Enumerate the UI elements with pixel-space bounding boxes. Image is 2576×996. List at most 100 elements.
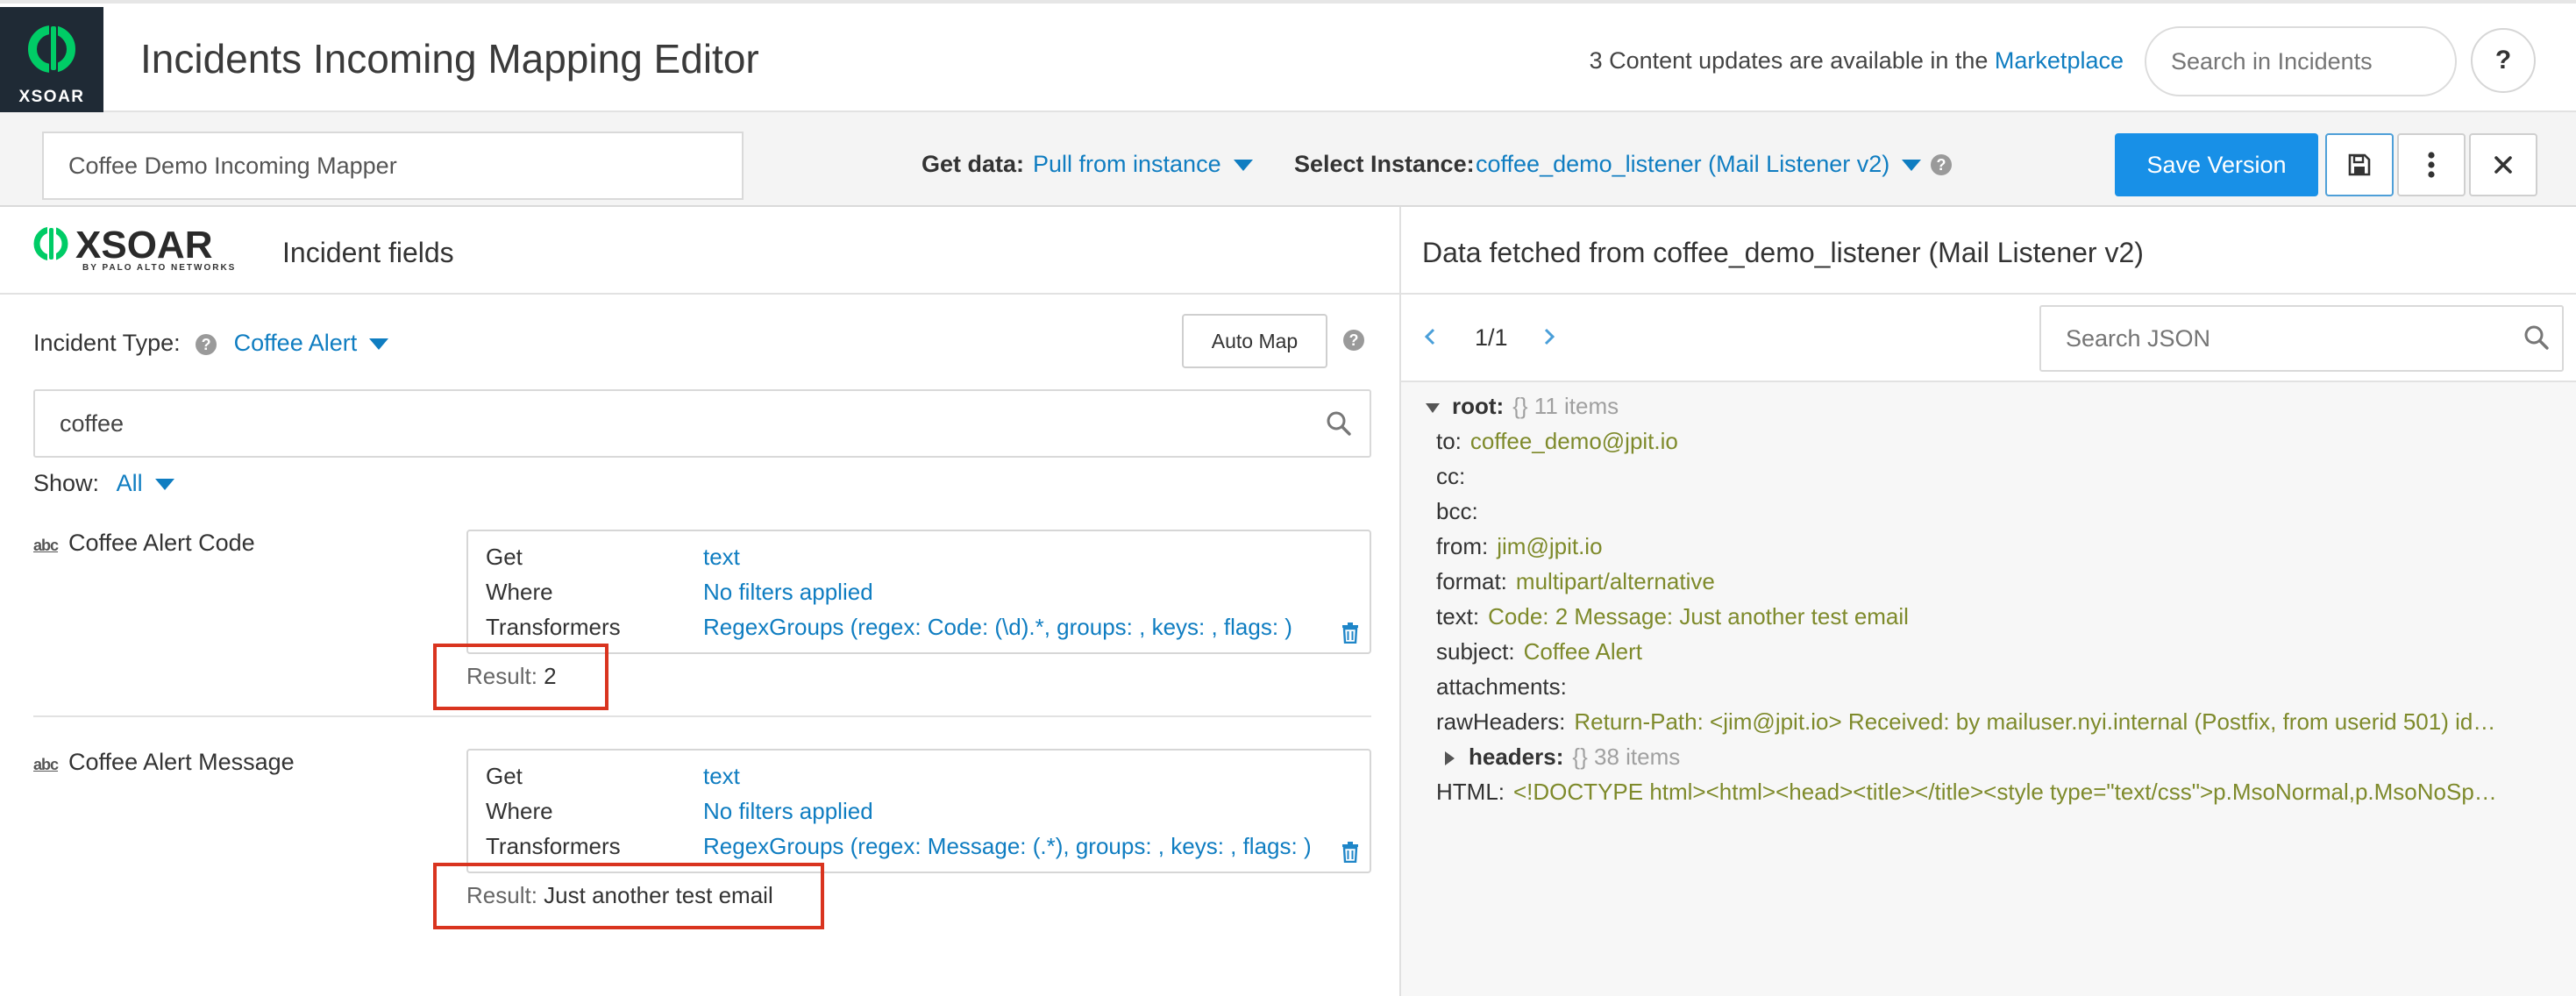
global-search-input[interactable] [2145, 26, 2457, 96]
brand-name: XSOAR [75, 224, 212, 267]
json-meta: {} 38 items [1572, 743, 1681, 770]
mapping-box[interactable]: Get text Where No filters applied Transf… [466, 530, 1371, 654]
json-entry[interactable]: to: coffee_demo@jpit.io [1436, 428, 1678, 455]
save-version-button[interactable]: Save Version [2115, 133, 2318, 196]
close-button[interactable] [2469, 133, 2537, 196]
marketplace-link[interactable]: Marketplace [1995, 47, 2124, 74]
incident-type-dropdown[interactable]: Coffee Alert [234, 330, 389, 356]
caret-down-icon[interactable] [1426, 402, 1440, 413]
incident-type-label: Incident Type: [33, 330, 181, 356]
xsoar-brand-logo: XSOAR [33, 224, 212, 267]
show-label: Show: [33, 470, 100, 496]
json-entry[interactable]: bcc: [1436, 498, 1487, 525]
json-value: Code: 2 Message: Just another test email [1488, 603, 1909, 630]
mapping-box[interactable]: Get text Where No filters applied Transf… [466, 749, 1371, 873]
json-key: cc: [1436, 463, 1466, 489]
divider [33, 715, 1371, 717]
caret-right-icon[interactable] [1445, 751, 1455, 766]
json-value: Return-Path: <jim@jpit.io> Received: by … [1574, 708, 2496, 735]
search-icon[interactable] [2523, 324, 2550, 351]
question-circle-icon[interactable]: ? [196, 333, 217, 355]
text-field-type-icon: abc [33, 537, 59, 554]
json-entry[interactable]: subject: Coffee Alert [1436, 638, 1642, 665]
highlight-box [433, 644, 608, 710]
json-entry[interactable]: attachments: [1436, 673, 1576, 701]
trash-icon[interactable] [1341, 842, 1359, 863]
incident-type-selector: Incident Type: ? Coffee Alert [33, 330, 389, 357]
get-label: Get [486, 544, 523, 570]
transformers-value-link[interactable]: RegexGroups (regex: Message: (.*), group… [703, 833, 1312, 860]
json-pager: 1/1 [1401, 295, 2576, 382]
fetched-data-title: Data fetched from coffee_demo_listener (… [1422, 237, 2144, 268]
json-key: format: [1436, 568, 1507, 594]
json-value: <!DOCTYPE html><html><head><title></titl… [1513, 779, 2497, 805]
json-entry[interactable]: HTML: <!DOCTYPE html><html><head><title><… [1436, 779, 2555, 806]
json-entry[interactable]: text: Code: 2 Message: Just another test … [1436, 603, 1909, 630]
save-button[interactable] [2325, 133, 2394, 196]
more-options-button[interactable] [2397, 133, 2466, 196]
get-value-link[interactable]: text [703, 544, 740, 571]
fetched-data-panel: Data fetched from coffee_demo_listener (… [1401, 207, 2576, 996]
json-root-node[interactable]: root: {} 11 items [1426, 393, 1619, 420]
json-entry[interactable]: format: multipart/alternative [1436, 568, 1715, 595]
json-key: HTML: [1436, 779, 1505, 805]
where-label: Where [486, 798, 553, 824]
pager-text: 1/1 [1475, 324, 1508, 351]
fetched-data-header: Data fetched from coffee_demo_listener (… [1401, 207, 2576, 295]
json-entry[interactable]: rawHeaders: Return-Path: <jim@jpit.io> Re… [1436, 708, 2528, 736]
json-value: jim@jpit.io [1497, 533, 1603, 559]
json-search-input[interactable] [2039, 305, 2564, 372]
where-value-link[interactable]: No filters applied [703, 798, 873, 825]
xsoar-logo-icon [28, 23, 75, 79]
text-field-type-icon: abc [33, 756, 59, 773]
json-key: root: [1452, 393, 1505, 419]
question-circle-icon[interactable]: ? [1343, 330, 1364, 351]
get-data-value: Pull from instance [1033, 151, 1221, 177]
get-label: Get [486, 763, 523, 789]
question-circle-icon[interactable]: ? [1931, 154, 1952, 175]
where-value-link[interactable]: No filters applied [703, 579, 873, 606]
logo-text: XSOAR [18, 88, 85, 106]
where-label: Where [486, 579, 553, 605]
get-value-link[interactable]: text [703, 763, 740, 790]
caret-down-icon [1233, 160, 1253, 172]
transformers-label: Transformers [486, 833, 621, 859]
json-entry[interactable]: from: jim@jpit.io [1436, 533, 1603, 560]
content-updates-notice: 3 Content updates are available in the M… [1590, 47, 2124, 75]
show-filter: Show: All [33, 470, 174, 497]
select-instance-label: Select Instance: [1294, 151, 1475, 177]
incident-fields-title: Incident fields [282, 237, 454, 268]
chevron-right-icon[interactable] [1541, 324, 1557, 349]
select-instance-dropdown[interactable]: coffee_demo_listener (Mail Listener v2) [1476, 151, 1922, 178]
xsoar-logo[interactable]: XSOAR [0, 7, 103, 116]
json-key: from: [1436, 533, 1489, 559]
help-button[interactable]: ? [2471, 28, 2536, 93]
json-collapsed-node[interactable]: headers: {} 38 items [1445, 743, 1680, 771]
floppy-disk-icon [2348, 153, 2371, 176]
chevron-left-icon[interactable] [1422, 324, 1438, 349]
field-name-label: Coffee Alert Message [68, 749, 295, 775]
show-dropdown[interactable]: All [117, 470, 174, 496]
page-title: Incidents Incoming Mapping Editor [140, 36, 759, 82]
json-entry[interactable]: cc: [1436, 463, 1474, 490]
editor-toolbar: Get data: Pull from instance Select Inst… [0, 112, 2576, 207]
field-name-label: Coffee Alert Code [68, 530, 255, 556]
trash-icon[interactable] [1341, 622, 1359, 644]
mapper-name-input[interactable] [42, 132, 744, 200]
caret-down-icon [1902, 160, 1922, 172]
transformers-value-link[interactable]: RegexGroups (regex: Code: (\d).*, groups… [703, 614, 1292, 641]
transformers-label: Transformers [486, 614, 621, 640]
json-key: to: [1436, 428, 1462, 454]
incident-type-value: Coffee Alert [233, 330, 358, 356]
caret-down-icon [369, 338, 389, 351]
auto-map-button[interactable]: Auto Map [1182, 314, 1327, 368]
json-key: headers: [1469, 743, 1564, 770]
kebab-icon [2428, 152, 2435, 178]
select-instance-value: coffee_demo_listener (Mail Listener v2) [1476, 151, 1890, 177]
caret-down-icon [154, 479, 174, 491]
field-search-input[interactable] [33, 389, 1371, 458]
search-icon[interactable] [1326, 410, 1352, 437]
close-icon [2494, 156, 2512, 174]
get-data-dropdown[interactable]: Pull from instance [1033, 151, 1253, 178]
field-name: abc Coffee Alert Message [33, 749, 295, 776]
